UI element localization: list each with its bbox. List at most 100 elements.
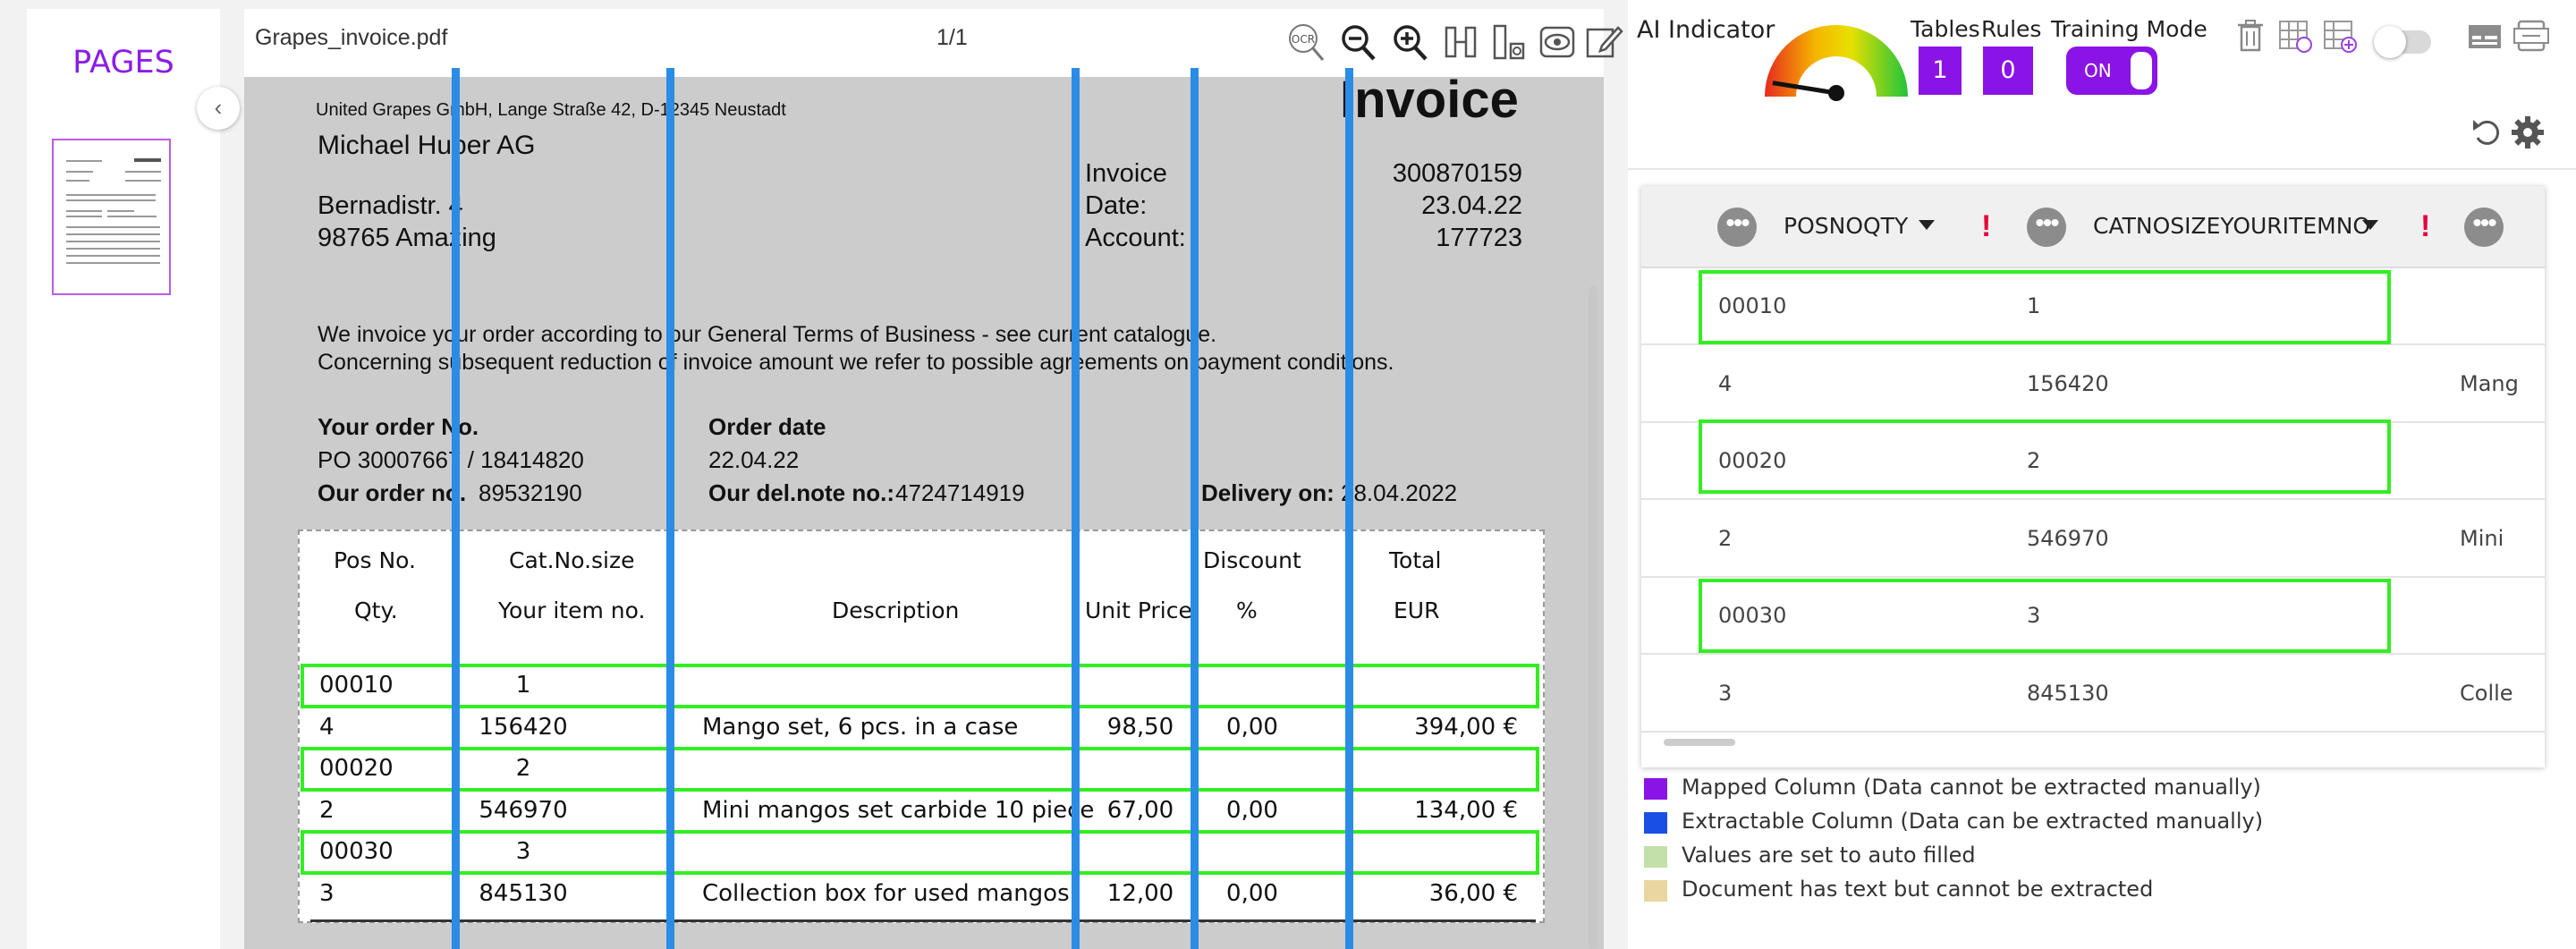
column-menu-icon[interactable]: ••• <box>1717 208 1757 247</box>
row-highlight-1[interactable] <box>301 664 1539 708</box>
undo-icon[interactable] <box>2465 114 2508 157</box>
meta-label-invoice: Invoice <box>1085 159 1167 188</box>
del-note-value: 4724714919 <box>895 479 1025 506</box>
customer-city: 98765 Amazing <box>318 224 496 252</box>
legend-swatch <box>1644 778 1667 800</box>
grid-cell[interactable]: Mini <box>2460 526 2504 551</box>
grid-row-highlight-3[interactable] <box>1699 579 2391 653</box>
zoom-in-icon[interactable] <box>1391 21 1430 64</box>
legend-swatch <box>1644 812 1667 834</box>
chevron-down-icon[interactable] <box>1919 220 1935 230</box>
sender-address: United Grapes GmbH, Lange Straße 42, D-1… <box>316 100 786 120</box>
legend-item: Mapped Column (Data cannot be extracted … <box>1644 775 2449 803</box>
grid-scrollbar[interactable] <box>1664 739 1735 746</box>
order-date-label: Order date <box>708 413 826 440</box>
column-header-posnoqty[interactable]: POSNOQTY <box>1784 213 1908 239</box>
column-menu-icon[interactable]: ••• <box>2464 208 2504 247</box>
row-highlight-3[interactable] <box>301 830 1539 875</box>
header-item-no: Your item no. <box>498 597 646 623</box>
table-add-icon[interactable] <box>2318 18 2361 61</box>
column-separator-1[interactable] <box>452 68 460 949</box>
eye-icon[interactable] <box>1538 21 1577 64</box>
grid-row[interactable]: 2 546970 Mini <box>1641 501 2545 578</box>
del-note-label: Our del.note no.: <box>708 479 894 506</box>
grid-cell[interactable]: 546970 <box>2027 526 2109 551</box>
training-state: ON <box>2084 60 2112 81</box>
column-header-catnosize[interactable]: CATNOSIZEYOURITEMNO <box>2093 213 2370 239</box>
our-order-label: Our order no. <box>318 479 467 506</box>
column-menu-icon[interactable]: ••• <box>2027 208 2066 247</box>
svg-text:OCR: OCR <box>1292 33 1315 46</box>
your-order-value: PO 30007667 / 18414820 <box>318 446 584 473</box>
gear-icon[interactable] <box>2506 114 2549 157</box>
grid-cell[interactable]: Mang <box>2460 371 2519 396</box>
invoice-cell: 12,00 <box>1106 880 1174 907</box>
invoice-cell: 546970 <box>479 797 568 824</box>
header-total: Total <box>1389 547 1442 573</box>
grid-cell[interactable]: Colle <box>2460 681 2513 706</box>
terms-line-2: Concerning subsequent reduction of invoi… <box>318 350 1394 375</box>
grid-row[interactable]: 4 156420 Mang <box>1641 346 2545 423</box>
column-separator-4[interactable] <box>1191 68 1199 949</box>
column-separator-3[interactable] <box>1072 68 1080 949</box>
training-mode-toggle[interactable]: ON <box>2066 47 2157 95</box>
header-unit-price: Unit Price <box>1085 597 1192 623</box>
rules-count-badge[interactable]: 0 <box>1983 47 2033 95</box>
invoice-cell: 36,00 € <box>1428 880 1518 907</box>
layout-icon[interactable] <box>2463 18 2506 61</box>
edit-icon[interactable] <box>1584 21 1623 64</box>
rules-label: Rules <box>1981 16 2042 42</box>
invoice-cell: 4 <box>319 714 335 741</box>
tables-count-badge[interactable]: 1 <box>1919 47 1962 95</box>
header-cat-no: Cat.No.size <box>509 547 635 573</box>
legend-text: Values are set to auto filled <box>1682 843 1976 868</box>
page-thumbnail[interactable] <box>52 139 171 295</box>
collapse-sidebar-button[interactable]: ‹ <box>197 87 240 130</box>
chevron-down-icon[interactable] <box>2362 220 2378 230</box>
grid-row-highlight-2[interactable] <box>1699 419 2391 494</box>
invoice-cell: 134,00 € <box>1414 797 1518 824</box>
panel-header: AI Indicator Tables 1 Rules 0 Training M… <box>1628 0 2576 170</box>
grid-row-highlight-1[interactable] <box>1699 270 2391 344</box>
delivery-label: Delivery on: <box>1201 479 1335 506</box>
grid-row[interactable]: 3 845130 Colle <box>1641 656 2545 733</box>
column-separator-2[interactable] <box>666 68 674 949</box>
invoice-title: Invoice <box>1340 77 1519 129</box>
ai-gauge <box>1765 25 1908 101</box>
invoice-cell: 0,00 <box>1226 880 1278 907</box>
viewer-scrollbar[interactable] <box>1589 286 1597 949</box>
chevron-left-icon: ‹ <box>214 94 223 121</box>
row-highlight-2[interactable] <box>301 747 1539 792</box>
toggle-switch[interactable] <box>2374 26 2431 58</box>
viewer-toolbar: Grapes_invoice.pdf 1/1 OCR <box>244 9 1623 77</box>
header-discount: Discount <box>1203 547 1301 573</box>
account-number: 177723 <box>1436 224 1522 252</box>
pages-title: PAGES <box>72 45 174 80</box>
legend-item: Document has text but cannot be extracte… <box>1644 877 2449 905</box>
grid-cell[interactable]: 845130 <box>2027 681 2109 706</box>
invoice-cell: 0,00 <box>1226 714 1278 741</box>
table-edit-icon[interactable] <box>2274 18 2317 61</box>
file-name: Grapes_invoice.pdf <box>255 25 448 50</box>
grid-cell[interactable]: 3 <box>1718 681 1732 706</box>
row-split-icon[interactable] <box>1489 21 1529 64</box>
pages-sidebar: PAGES <box>27 9 220 949</box>
customer-name: Michael Huber AG <box>318 131 536 160</box>
invoice-number: 300870159 <box>1392 159 1522 188</box>
app-root: PAGES ‹ Grapes_invoice.pdf 1/1 OCR Unite… <box>0 0 2576 949</box>
column-split-icon[interactable] <box>1441 21 1480 64</box>
grid-cell[interactable]: 156420 <box>2027 371 2109 396</box>
meta-label-account: Account: <box>1085 224 1186 252</box>
grid-cell[interactable]: 4 <box>1718 371 1732 396</box>
grid-cell[interactable]: 2 <box>1718 526 1732 551</box>
invoice-cell: Collection box for used mangos <box>702 880 1070 907</box>
delivery-value: 28.04.2022 <box>1341 479 1458 506</box>
ocr-icon[interactable]: OCR <box>1287 21 1326 64</box>
order-date-value: 22.04.22 <box>708 446 800 473</box>
ocr-table-icon[interactable] <box>2510 18 2553 61</box>
trash-icon[interactable] <box>2229 18 2272 61</box>
ai-indicator-label: AI Indicator <box>1637 16 1775 44</box>
zoom-out-icon[interactable] <box>1339 21 1378 64</box>
tables-label: Tables <box>1911 16 1980 42</box>
column-separator-5[interactable] <box>1345 68 1353 949</box>
